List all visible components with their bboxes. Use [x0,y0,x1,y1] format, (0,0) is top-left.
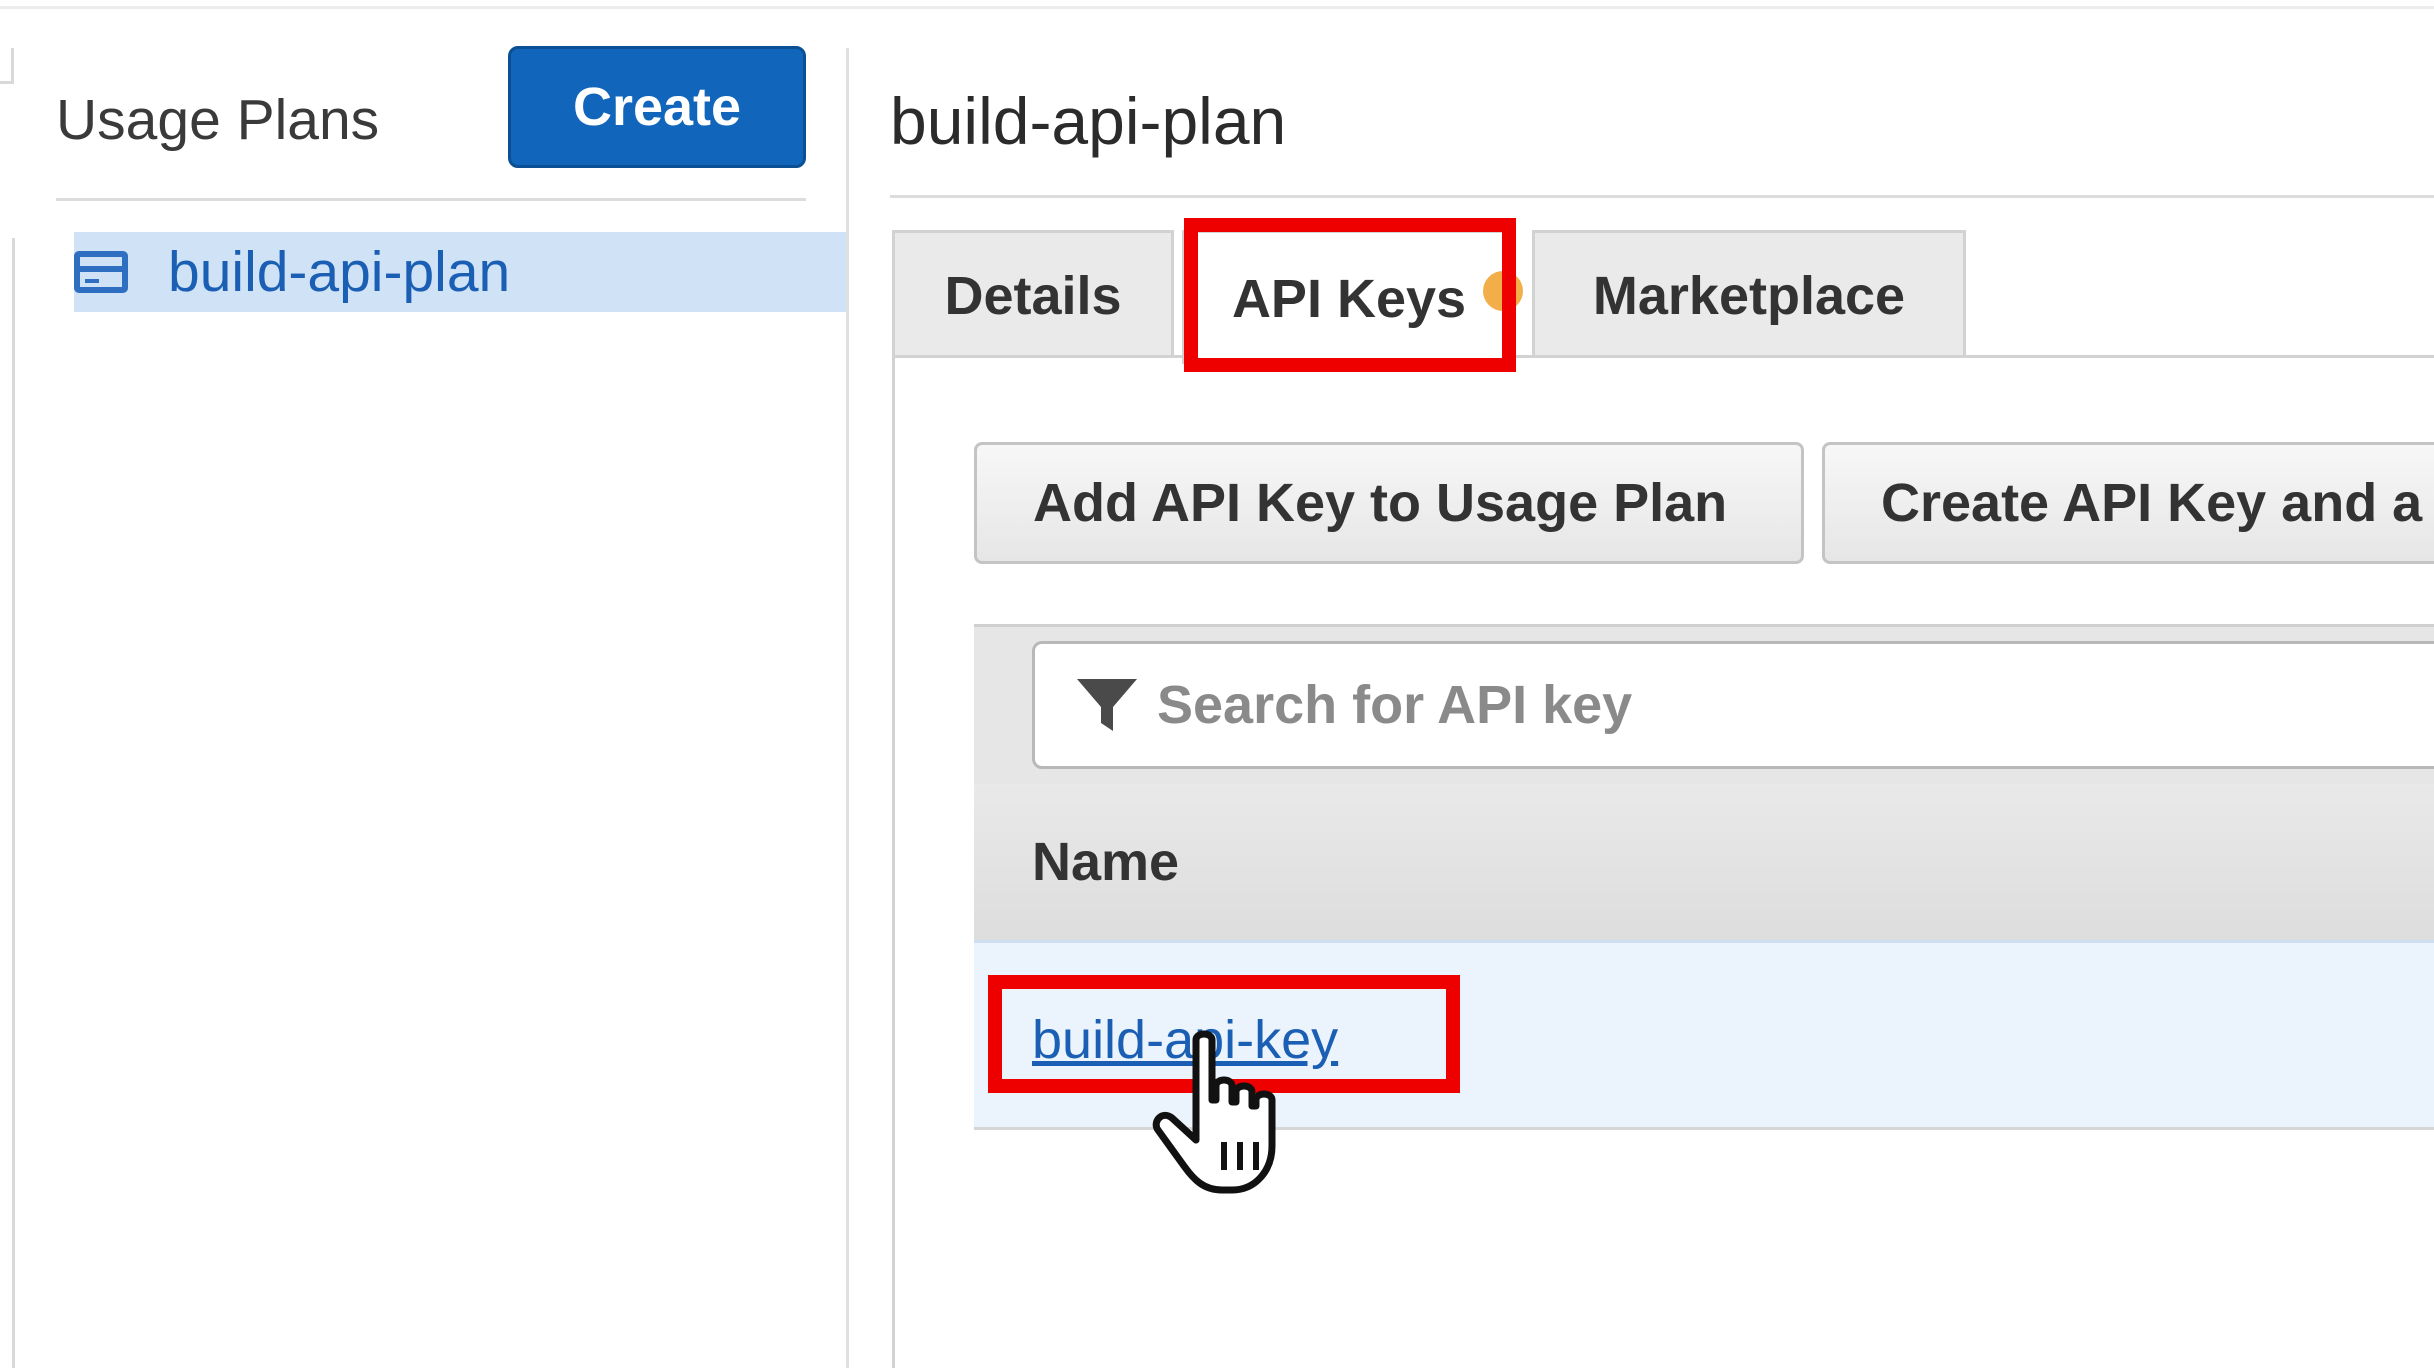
click-indicator-dot [1483,271,1523,311]
page-title: build-api-plan [890,84,1287,158]
column-header-name[interactable]: Name [1032,831,1179,893]
tab-api-keys[interactable]: API Keys [1182,230,1523,364]
create-api-key-and-add-button[interactable]: Create API Key and a [1822,442,2434,564]
tabs-baseline-left [892,355,1182,358]
pane-divider[interactable] [846,48,849,1368]
left-edge-corner [0,48,14,84]
tab-api-keys-label: API Keys [1231,268,1467,329]
filter-icon [1075,673,1139,737]
tab-details[interactable]: Details [892,230,1174,358]
add-api-key-to-usage-plan-button[interactable]: Add API Key to Usage Plan [974,442,1804,564]
left-edge-divider [12,238,15,1368]
usage-plan-icon [74,251,128,293]
title-divider [890,195,2434,198]
usage-plans-console: Usage Plans Create build-api-plan build-… [0,0,2434,1368]
api-key-link[interactable]: build-api-key [1032,1009,1338,1071]
sidebar-item-label: build-api-plan [168,240,511,304]
top-divider [0,6,2434,9]
table-row[interactable]: build-api-key [974,940,2434,1130]
search-input[interactable]: Search for API key [1032,641,2434,769]
table-header: Name [974,784,2434,940]
sidebar-divider [56,198,806,201]
sidebar-item-build-api-plan[interactable]: build-api-plan [74,232,846,312]
tabs-baseline [1516,355,2434,358]
tab-marketplace[interactable]: Marketplace [1532,230,1966,358]
search-placeholder: Search for API key [1157,675,1633,735]
create-button[interactable]: Create [508,46,806,168]
panel-border [892,358,895,1368]
sidebar-title: Usage Plans [56,88,380,152]
